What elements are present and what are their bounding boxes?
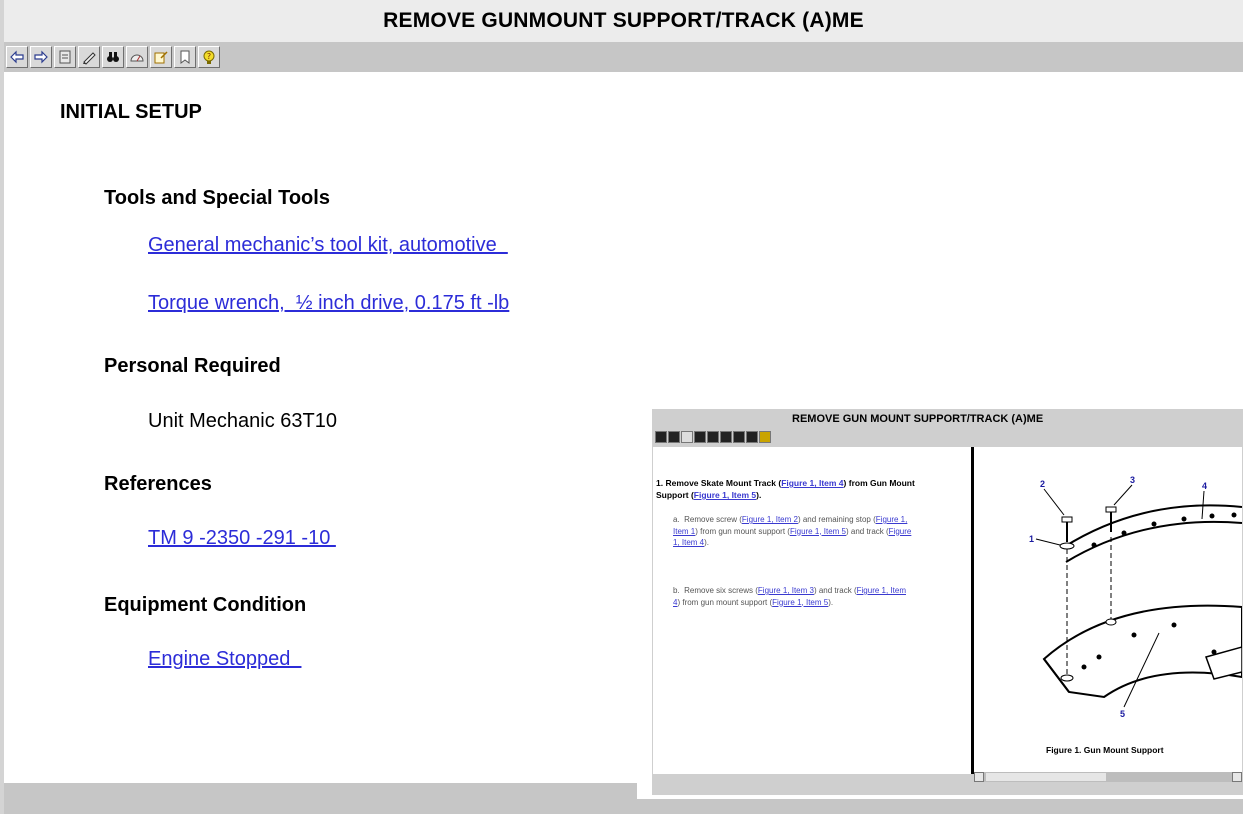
procedure-preview-image: REMOVE GUN MOUNT SUPPORT/TRACK (A)ME 1. …: [637, 404, 1243, 799]
equipment-heading: Equipment Condition: [104, 594, 307, 616]
edit-note-icon: [154, 51, 168, 64]
preview-toolbar-button: [746, 431, 758, 443]
scroll-left-icon: [974, 772, 984, 782]
preview-title: REMOVE GUN MOUNT SUPPORT/TRACK (A)ME: [792, 413, 1044, 425]
tool-link-mechanics-kit[interactable]: General mechanic’s tool kit, automotive: [148, 234, 508, 257]
callout-4: 4: [1202, 481, 1207, 491]
tools-heading: Tools and Special Tools: [104, 187, 330, 209]
personnel-heading: Personal Required: [104, 355, 281, 377]
figure-caption: Figure 1. Gun Mount Support: [1046, 745, 1164, 755]
tool-link-torque-wrench[interactable]: Torque wrench, ½ inch drive, 0.175 ft -l…: [148, 292, 509, 315]
preview-window: REMOVE GUN MOUNT SUPPORT/TRACK (A)ME 1. …: [652, 409, 1243, 795]
preview-toolbar-button: [668, 431, 680, 443]
pencil-icon: [83, 52, 96, 65]
personnel-item: Unit Mechanic 63T10: [148, 410, 337, 432]
callout-1: 1: [1029, 534, 1034, 544]
reference-link-tm[interactable]: TM 9 -2350 -291 -10: [148, 527, 336, 550]
preview-status-bar: [652, 782, 1243, 795]
preview-toolbar-button: [694, 431, 706, 443]
bookmark-icon: [180, 50, 190, 64]
annotate-button[interactable]: [78, 46, 100, 68]
scroll-thumb: [986, 773, 1106, 781]
help-bulb-icon: ?: [203, 50, 215, 64]
page-title: REMOVE GUNMOUNT SUPPORT/TRACK (A)ME: [4, 0, 1243, 42]
preview-toolbar-button: [720, 431, 732, 443]
find-button[interactable]: [102, 46, 124, 68]
window-border: [0, 0, 4, 814]
preview-step-b: b. Remove six screws (Figure 1, Item 3) …: [673, 586, 906, 607]
back-button[interactable]: [6, 46, 28, 68]
toolbar: ?: [4, 42, 1243, 72]
save-button[interactable]: [54, 46, 76, 68]
equipment-link-engine-stopped[interactable]: Engine Stopped: [148, 648, 301, 671]
callout-5: 5: [1120, 709, 1125, 719]
gauge-button[interactable]: [126, 46, 148, 68]
gun-mount-diagram: 1 2 3 4 5: [1029, 475, 1243, 719]
references-heading: References: [104, 473, 212, 495]
preview-toolbar: [653, 431, 793, 445]
preview-step-a: a. Remove screw (Figure 1, Item 2) and r…: [673, 515, 912, 547]
preview-link: Figure 1, Item 4: [781, 478, 844, 488]
help-button[interactable]: ?: [198, 46, 220, 68]
preview-toolbar-button: [707, 431, 719, 443]
save-icon: [59, 50, 71, 64]
preview-figure-pane: 1 2 3 4 5 Figure 1. Gun Mount Support: [974, 447, 1243, 774]
preview-link: Figure 1, Item 5: [693, 490, 757, 500]
forward-arrow-icon: [34, 50, 48, 64]
callout-2: 2: [1040, 479, 1045, 489]
binoculars-icon: [107, 52, 119, 62]
preview-step-1: 1. Remove Skate Mount Track (Figure 1, I…: [656, 478, 915, 500]
scroll-right-icon: [1232, 772, 1242, 782]
bookmark-button[interactable]: [174, 46, 196, 68]
callout-3: 3: [1130, 475, 1135, 485]
back-arrow-icon: [10, 50, 24, 64]
gauge-icon: [130, 54, 144, 62]
preview-toolbar-button: [681, 431, 693, 443]
preview-text-pane: 1. Remove Skate Mount Track (Figure 1, I…: [653, 447, 971, 774]
svg-text:?: ?: [207, 52, 211, 61]
app-window: REMOVE GUNMOUNT SUPPORT/TRACK (A)ME ? IN…: [0, 0, 1243, 814]
preview-horizontal-scrollbar: [974, 772, 1242, 782]
edit-note-button[interactable]: [150, 46, 172, 68]
preview-toolbar-button: [655, 431, 667, 443]
preview-toolbar-button: [733, 431, 745, 443]
preview-toolbar-button: [759, 431, 771, 443]
forward-button[interactable]: [30, 46, 52, 68]
initial-setup-heading: INITIAL SETUP: [60, 101, 202, 123]
